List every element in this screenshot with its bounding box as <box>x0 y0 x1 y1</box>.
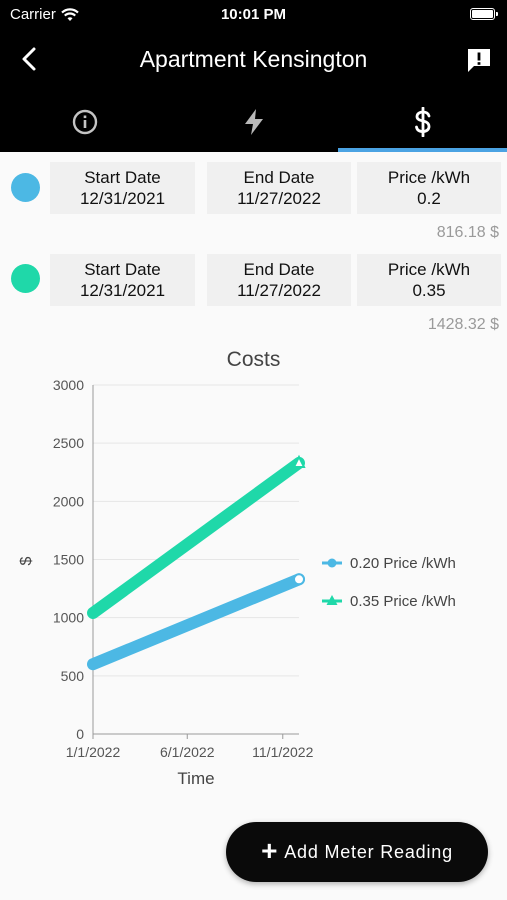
add-meter-reading-label: Add Meter Reading <box>284 841 453 862</box>
chart-title: Costs <box>226 348 281 371</box>
end-date-value: 11/27/2022 <box>237 281 321 300</box>
plus-icon: + <box>261 834 279 866</box>
tab-consumption[interactable] <box>169 92 338 152</box>
status-bar: Carrier 10:01 PM <box>0 0 507 30</box>
data-point <box>293 573 305 586</box>
end-date-cell[interactable]: End Date 11/27/2022 <box>207 162 351 214</box>
end-date-label: End Date <box>243 168 315 187</box>
y-tick-label: 2500 <box>53 435 84 451</box>
legend-label: 0.20 Price /kWh <box>350 555 456 572</box>
total-cost: 1428.32 $ <box>427 316 499 333</box>
price-label: Price /kWh <box>387 168 471 187</box>
end-date-value: 11/27/2022 <box>237 189 321 208</box>
end-date-label: End Date <box>243 260 315 279</box>
price-value: 0.2 <box>417 189 441 208</box>
y-tick-label: 3000 <box>53 377 84 393</box>
y-tick-label: 500 <box>61 668 85 684</box>
price-label: Price /kWh <box>387 260 471 279</box>
info-icon <box>72 109 97 135</box>
tab-costs[interactable] <box>338 92 507 152</box>
color-dot <box>11 173 40 202</box>
legend-marker <box>327 558 337 568</box>
report-icon[interactable] <box>465 46 493 74</box>
app-bar: Apartment Kensington <box>0 30 507 92</box>
battery-icon <box>470 8 498 20</box>
add-meter-reading-button[interactable]: + Add Meter Reading <box>226 822 488 882</box>
back-button[interactable] <box>14 44 44 74</box>
start-date-cell[interactable]: Start Date 12/31/2021 <box>50 162 195 214</box>
price-value: 0.35 <box>412 281 446 300</box>
end-date-cell[interactable]: End Date 11/27/2022 <box>207 254 351 306</box>
dollar-icon <box>414 107 430 137</box>
start-date-cell[interactable]: Start Date 12/31/2021 <box>50 254 195 306</box>
x-tick-label: 6/1/2022 <box>160 744 215 760</box>
total-cost: 816.18 $ <box>436 224 499 241</box>
lightning-icon <box>244 109 263 135</box>
y-tick-label: 1000 <box>53 610 84 626</box>
price-cell[interactable]: Price /kWh 0.2 <box>357 162 501 214</box>
start-date-label: Start Date <box>84 168 161 187</box>
tab-info[interactable] <box>0 92 169 152</box>
y-tick-label: 2000 <box>53 493 84 509</box>
color-dot <box>11 264 40 293</box>
start-date-value: 12/31/2021 <box>79 281 166 300</box>
start-date-label: Start Date <box>84 260 161 279</box>
page-title: Apartment Kensington <box>139 46 368 72</box>
y-axis-label: $ <box>18 556 35 565</box>
x-tick-label: 11/1/2022 <box>252 744 313 760</box>
cost-chart: 0 500 1000 1500 2000 2500 3000 1/1/2022 6/1/2022… <box>18 377 456 788</box>
start-date-value: 12/31/2021 <box>79 189 166 208</box>
y-tick-label: 1500 <box>53 552 84 568</box>
price-cell[interactable]: Price /kWh 0.35 <box>357 254 501 306</box>
x-tick-label: 1/1/2022 <box>66 744 121 760</box>
tab-bar <box>0 92 507 152</box>
y-tick-label: 0 <box>76 726 84 742</box>
status-time: 10:01 PM <box>220 6 287 23</box>
x-axis-label: Time <box>177 769 214 788</box>
tab-indicator <box>338 148 507 152</box>
legend-label: 0.35 Price /kWh <box>350 593 456 610</box>
